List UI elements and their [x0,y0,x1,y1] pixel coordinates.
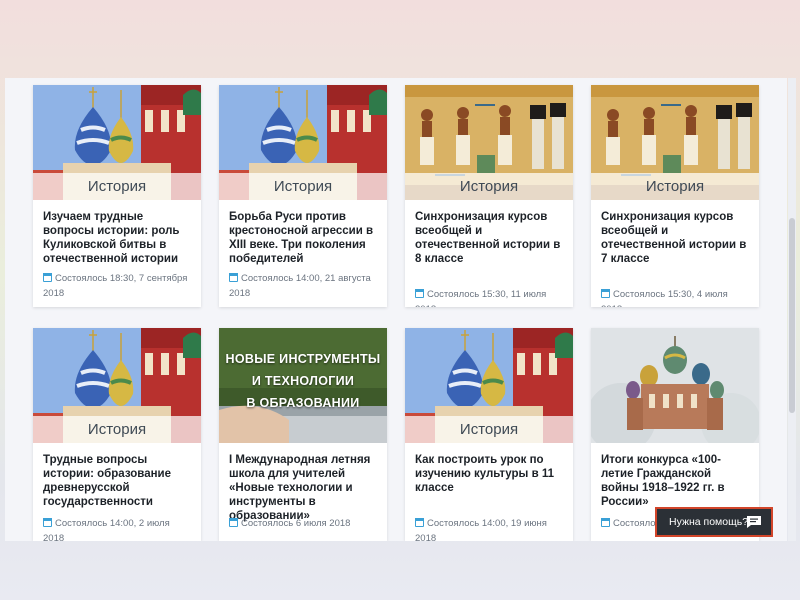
webinar-date: Состоялось 6 июля 2018 [229,516,379,531]
webinar-date: Состоялось 18:30, 7 сентября 2018 [43,273,188,299]
webinar-card[interactable]: История Борьба Руси против крестоносной … [219,85,387,307]
calendar-icon [601,289,610,298]
webinar-date: Состоялось 15:30, 4 июля 2018 [601,287,751,307]
webinar-date: Состоялось 14:00, 2 июля 2018 [43,518,170,541]
webinar-date: Состоялось 15:30, 11 июля 2018 [415,287,565,307]
webinar-card[interactable]: История Синхронизация курсов всеобщей и … [591,85,759,307]
calendar-icon [43,518,52,527]
category-label: История [219,173,387,200]
category-label: История [591,173,759,200]
webinar-card[interactable]: История Синхронизация курсов всеобщей и … [405,85,573,307]
webinar-title[interactable]: I Международная летняя школа для учителе… [229,453,377,523]
webinar-title[interactable]: Итоги конкурса «100-летие Гражданской во… [601,453,749,509]
webinar-title[interactable]: Синхронизация курсов всеобщей и отечеств… [601,210,749,266]
cathedral-image: История [219,85,387,200]
webinar-title[interactable]: Синхронизация курсов всеобщей и отечеств… [415,210,563,266]
webinar-date: Состоялось 14:00, 21 августа 2018 [229,273,371,299]
calendar-icon [229,518,238,527]
webinar-title[interactable]: Трудные вопросы истории: образование дре… [43,453,191,509]
egyptian-fresco-image: История [591,85,759,200]
keyboard-promo-image: НОВЫЕ ИНСТРУМЕНТЫ И ТЕХНОЛОГИИ В ОБРАЗОВ… [219,328,387,443]
webinar-card[interactable]: История Как построить урок по изучению к… [405,328,573,541]
chat-icon [747,516,761,528]
cathedral-image: История [405,328,573,443]
help-button-label: Нужна помощь? [669,516,749,528]
spb-cathedral-image [591,328,759,443]
category-label: История [33,173,201,200]
webinar-card[interactable]: История Трудные вопросы истории: образов… [33,328,201,541]
calendar-icon [601,518,610,527]
calendar-icon [43,273,52,282]
promo-text-line: В ОБРАЗОВАНИИ [246,396,360,410]
egyptian-fresco-image: История [405,85,573,200]
calendar-icon [415,518,424,527]
scrollbar-thumb[interactable] [789,218,795,413]
calendar-icon [229,273,238,282]
category-label: История [33,416,201,443]
webinar-list-panel: История Изучаем трудные вопросы истории:… [5,78,787,541]
webinar-title[interactable]: Как построить урок по изучению культуры … [415,453,563,495]
webinar-title[interactable]: Борьба Руси против крестоносной агрессии… [229,210,377,266]
cathedral-image: История [33,328,201,443]
help-chat-button[interactable]: Нужна помощь? [655,507,773,537]
webinar-card[interactable]: История Изучаем трудные вопросы истории:… [33,85,201,307]
webinar-date: Состоялось 14:00, 19 июня 2018 [415,518,547,541]
promo-text-line: НОВЫЕ ИНСТРУМЕНТЫ [225,352,381,366]
category-label: История [405,173,573,200]
promo-text-line: И ТЕХНОЛОГИИ [251,374,355,388]
category-label: История [405,416,573,443]
webinar-card[interactable]: НОВЫЕ ИНСТРУМЕНТЫ И ТЕХНОЛОГИИ В ОБРАЗОВ… [219,328,387,541]
cathedral-image: История [33,85,201,200]
webinar-title[interactable]: Изучаем трудные вопросы истории: роль Ку… [43,210,191,266]
calendar-icon [415,289,424,298]
page-scrollbar[interactable] [788,78,796,541]
